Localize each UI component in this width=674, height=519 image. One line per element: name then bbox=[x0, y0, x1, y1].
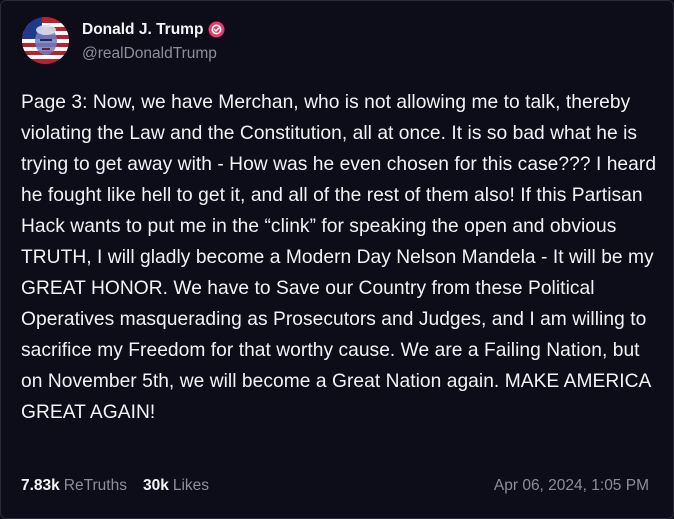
retruths-label[interactable]: ReTruths bbox=[64, 477, 127, 495]
author-handle[interactable]: @realDonaldTrump bbox=[82, 45, 225, 63]
retruths-count[interactable]: 7.83k bbox=[21, 477, 60, 495]
avatar-image bbox=[22, 17, 69, 64]
name-row: Donald J. Trump bbox=[82, 19, 225, 41]
post-timestamp[interactable]: Apr 06, 2024, 1:05 PM bbox=[494, 477, 649, 495]
post-text: Page 3: Now, we have Merchan, who is not… bbox=[21, 92, 657, 423]
author-block: Donald J. Trump @realDonaldTrump bbox=[82, 19, 225, 63]
likes-label[interactable]: Likes bbox=[173, 477, 209, 495]
author-display-name[interactable]: Donald J. Trump bbox=[82, 21, 203, 39]
avatar[interactable] bbox=[22, 17, 69, 64]
verified-badge-icon bbox=[208, 21, 225, 38]
truth-post-card: Donald J. Trump @realDonaldTrump Page 3:… bbox=[0, 0, 674, 519]
post-header: Donald J. Trump @realDonaldTrump bbox=[22, 17, 225, 64]
likes-count[interactable]: 30k bbox=[143, 477, 169, 495]
post-footer: 7.83k ReTruths 30k Likes Apr 06, 2024, 1… bbox=[21, 477, 649, 495]
